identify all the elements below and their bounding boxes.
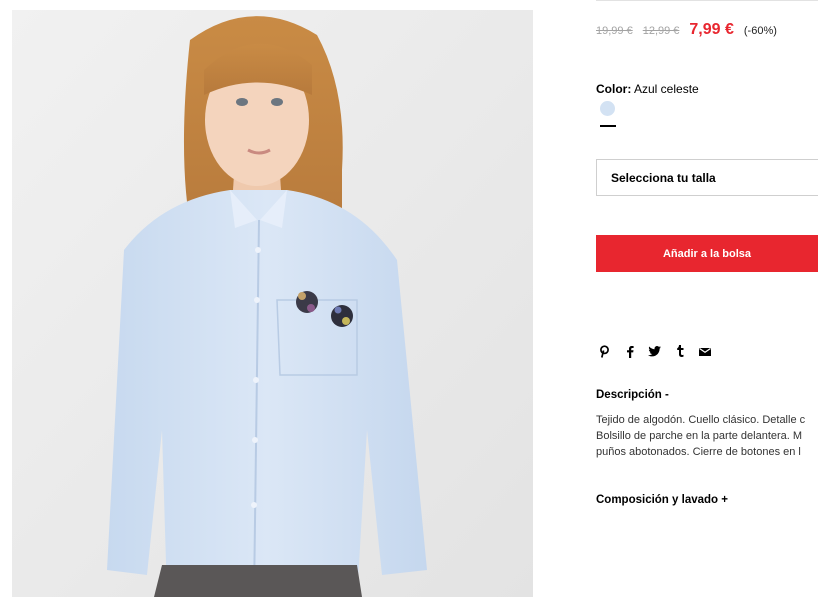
- add-to-bag-button[interactable]: Añadir a la bolsa: [596, 235, 818, 272]
- color-label: Color: Azul celeste: [596, 82, 699, 96]
- description-line: puños abotonados. Cierre de botones en l: [596, 446, 801, 458]
- selected-swatch-indicator: [600, 125, 616, 127]
- color-swatch-azul-celeste[interactable]: [600, 101, 615, 116]
- add-to-bag-label: Añadir a la bolsa: [662, 247, 752, 260]
- twitter-icon[interactable]: [648, 344, 661, 358]
- product-panel: 19,99 € 12,99 € 7,99 € (-60%) Color: Azu…: [596, 0, 818, 597]
- size-select[interactable]: Selecciona tu talla: [596, 159, 818, 196]
- email-icon[interactable]: [698, 344, 711, 358]
- pinterest-icon[interactable]: [598, 344, 611, 358]
- divider: [596, 0, 818, 1]
- description-line: Tejido de algodón. Cuello clásico. Detal…: [596, 414, 806, 426]
- discount-percent: (-60%): [743, 25, 777, 37]
- previous-price: 12,99 €: [642, 25, 680, 37]
- tumblr-icon[interactable]: [673, 344, 686, 358]
- original-price: 19,99 €: [596, 25, 633, 37]
- composition-toggle[interactable]: Composición y lavado +: [596, 494, 728, 506]
- color-value: Azul celeste: [634, 82, 699, 96]
- price-row: 19,99 € 12,99 € 7,99 € (-60%): [596, 21, 777, 39]
- current-price: 7,99 €: [689, 21, 734, 38]
- girl-in-light-blue-shirt-photo: [12, 10, 533, 597]
- share-icons: [598, 344, 711, 358]
- description-line: Bolsillo de parche en la parte delantera…: [596, 430, 803, 442]
- facebook-icon[interactable]: [623, 344, 636, 358]
- description-toggle[interactable]: Descripción -: [596, 389, 669, 401]
- size-select-placeholder: Selecciona tu talla: [611, 171, 716, 185]
- color-label-title: Color:: [596, 82, 632, 96]
- product-image[interactable]: [12, 10, 533, 597]
